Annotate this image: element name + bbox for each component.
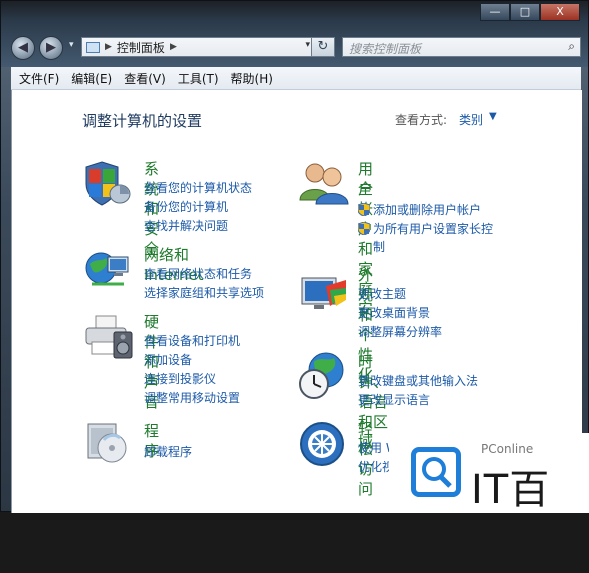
watermark-logo: PConline IT百科 [389,433,589,571]
minimize-button[interactable]: — [480,3,510,21]
link-add-remove-accounts[interactable]: 添加或删除用户帐户 [358,201,481,219]
printer-icon[interactable] [84,314,134,362]
link-add-remove-accounts-label: 添加或删除用户帐户 [373,203,482,217]
user-accounts-title-line2[interactable]: 全 [358,179,373,199]
back-button[interactable]: ◀ [11,36,35,60]
caption-buttons: — □ X [480,3,580,21]
link-change-display-language[interactable]: 更改显示语言 [358,391,430,409]
menu-help[interactable]: 帮助(H) [231,70,273,87]
link-screen-resolution[interactable]: 调整屏幕分辨率 [358,323,442,341]
magnifier-icon [422,457,452,488]
users-icon[interactable] [298,160,350,206]
link-change-input-method[interactable]: 更改键盘或其他输入法 [358,372,478,390]
link-network-status[interactable]: 查看网络状态和任务 [144,265,252,283]
programs-disc-icon[interactable] [84,418,132,466]
link-connect-projector[interactable]: 连接到投影仪 [144,370,216,388]
link-add-device[interactable]: 添加设备 [144,351,192,369]
menu-view[interactable]: 查看(V) [124,70,166,87]
watermark-itbaike-text: IT百科 [471,467,551,571]
close-button[interactable]: X [540,3,580,21]
link-change-theme[interactable]: 更改主题 [358,285,406,303]
refresh-icon: ↻ [317,39,329,54]
link-uninstall-program[interactable]: 卸载程序 [144,443,192,461]
watermark-badge-icon [411,447,461,497]
network-globe-icon[interactable] [84,248,134,292]
address-dropdown-icon[interactable]: ▾ [305,40,310,50]
link-view-computer-status[interactable]: 查看您的计算机状态 [144,179,252,197]
link-parental-controls-label: 为所有用户设置家长控 [373,222,494,236]
forward-arrow-icon: ▶ [46,40,56,55]
uac-shield-icon [358,222,370,235]
control-panel-window: — □ X ◀ ▶ ▾ ▶ 控制面板 ▶ ▾ ↻ ⌕ 文件(F) 编辑(E) 查… [0,0,589,571]
breadcrumb-control-panel[interactable]: 控制面板 [117,39,165,56]
forward-button[interactable]: ▶ [39,36,63,60]
breadcrumb-separator-icon[interactable]: ▶ [105,42,112,52]
link-parental-controls-wrap[interactable]: 制 [373,238,385,256]
watermark-pconline-text: PConline [481,442,534,456]
maximize-button[interactable]: □ [510,3,540,21]
navigation-bar: ◀ ▶ ▾ ▶ 控制面板 ▶ ▾ ↻ ⌕ [11,35,581,60]
search-box: ⌕ [342,37,581,58]
address-bar[interactable]: ▶ 控制面板 ▶ ▾ [81,37,315,57]
menu-edit[interactable]: 编辑(E) [71,70,112,87]
appearance-monitor-icon[interactable] [300,272,348,316]
link-mobility-settings[interactable]: 调整常用移动设置 [144,389,240,407]
ease-of-access-icon[interactable] [298,420,346,468]
breadcrumb-separator-icon[interactable]: ▶ [170,42,177,52]
recent-pages-dropdown-icon[interactable]: ▾ [69,40,74,50]
search-input[interactable] [343,40,549,58]
menu-file[interactable]: 文件(F) [19,70,59,87]
link-devices-printers[interactable]: 查看设备和打印机 [144,332,240,350]
view-by-chevron-icon[interactable]: ▼ [489,111,497,122]
link-find-fix-problems[interactable]: 查找并解决问题 [144,217,228,235]
uac-shield-icon [358,203,370,216]
title-bar: — □ X ◀ ▶ ▾ ▶ 控制面板 ▶ ▾ ↻ ⌕ [1,1,588,67]
link-backup-computer[interactable]: 备份您的计算机 [144,198,228,216]
back-arrow-icon: ◀ [18,40,28,55]
menu-bar: 文件(F) 编辑(E) 查看(V) 工具(T) 帮助(H) [11,67,581,90]
menu-tools[interactable]: 工具(T) [178,70,219,87]
link-change-background[interactable]: 更改桌面背景 [358,304,430,322]
link-parental-controls[interactable]: 为所有用户设置家长控 [358,220,493,238]
shield-icon[interactable] [82,160,132,208]
clock-globe-icon[interactable] [298,350,348,400]
search-icon[interactable]: ⌕ [568,39,575,54]
refresh-button[interactable]: ↻ [311,37,335,57]
view-by-dropdown[interactable]: 类别 [459,111,483,128]
control-panel-icon [86,41,100,53]
view-by-label: 查看方式: [395,113,448,127]
link-homegroup-sharing[interactable]: 选择家庭组和共享选项 [144,284,264,302]
page-title: 调整计算机的设置 [82,112,203,130]
